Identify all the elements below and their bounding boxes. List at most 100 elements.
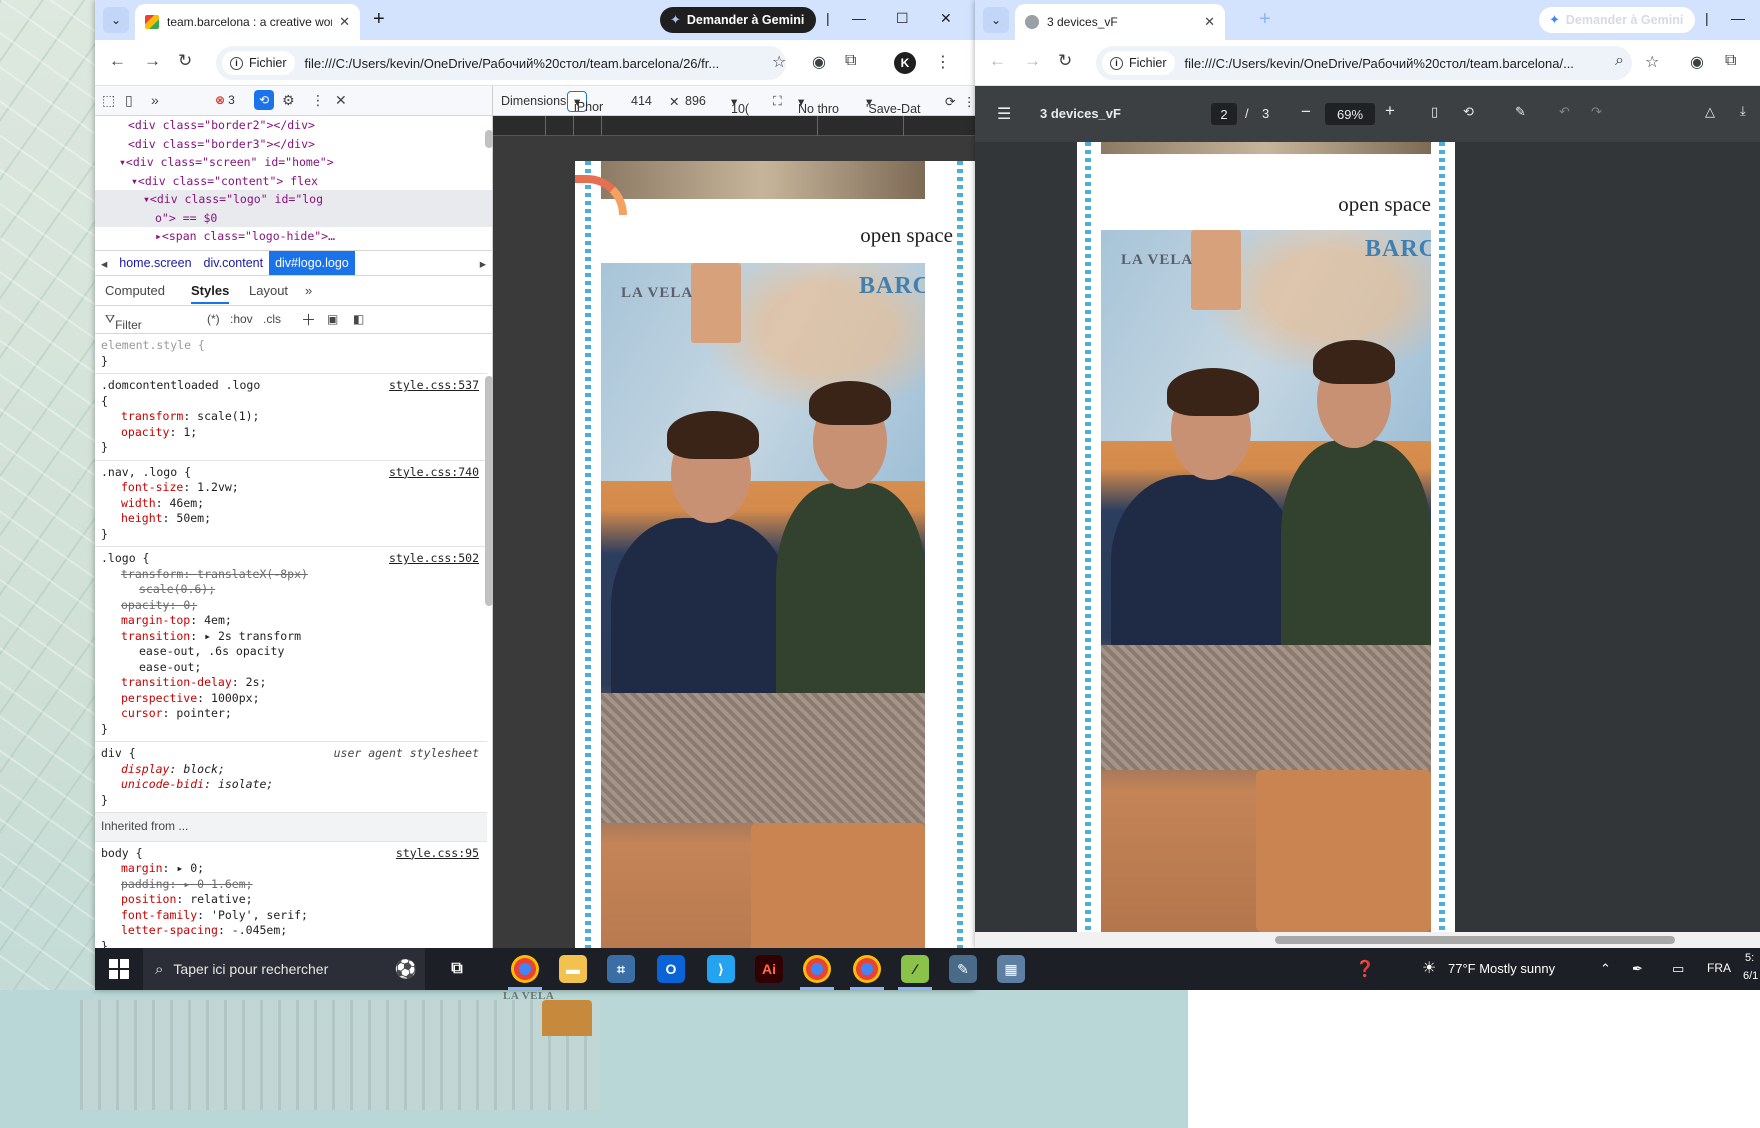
error-counter[interactable]: ⊗ 3 xyxy=(215,93,235,107)
chrome-profile-icon[interactable] xyxy=(853,955,881,983)
address-bar[interactable]: i Fichier file:///C:/Users/kevin/OneDrive… xyxy=(1096,46,1632,80)
clock-date[interactable]: 6/1 xyxy=(1743,970,1758,982)
css-declaration[interactable]: perspective: 1000px; xyxy=(101,691,481,707)
css-declaration[interactable]: opacity: 0; xyxy=(101,598,481,614)
zoom-select[interactable]: 10( ▾ xyxy=(731,94,749,116)
css-declaration[interactable]: padding: ▸ 0 1.6em; xyxy=(101,877,481,893)
close-tab-icon[interactable]: ✕ xyxy=(1204,14,1215,30)
dom-line[interactable]: <div class="border2"></div> xyxy=(95,116,492,135)
more-subtabs-icon[interactable]: » xyxy=(305,283,312,298)
css-declaration[interactable]: transition: ▸ 2s transform xyxy=(101,629,481,645)
style-rule[interactable]: .domcontentloaded .logo style.css:537{tra… xyxy=(95,374,487,461)
close-window-button[interactable]: ✕ xyxy=(940,10,952,27)
start-button[interactable] xyxy=(109,959,129,979)
regex-toggle[interactable]: (*) xyxy=(207,312,220,326)
tab-layout[interactable]: Layout xyxy=(249,283,288,298)
extensions-icon[interactable]: ⧉ xyxy=(1725,52,1736,70)
tab-styles[interactable]: Styles xyxy=(191,283,230,304)
bookmark-star-icon[interactable]: ☆ xyxy=(772,52,786,72)
dom-tree[interactable]: <div class="border2"></div> <div class="… xyxy=(95,116,492,250)
dom-line[interactable]: ▸<span class="logo-hide">… xyxy=(95,227,492,246)
fit-page-icon[interactable]: ▯ xyxy=(1431,104,1438,120)
annotate-icon[interactable]: ✎ xyxy=(1515,104,1526,120)
calculator-icon[interactable]: ▦ xyxy=(997,955,1025,983)
zoom-input[interactable]: 69% xyxy=(1325,103,1375,125)
css-declaration[interactable]: scale(0.6); xyxy=(101,582,481,598)
chrome-icon[interactable] xyxy=(511,955,539,983)
drive-icon[interactable]: △ xyxy=(1705,104,1715,120)
css-declaration[interactable]: margin-top: 4em; xyxy=(101,613,481,629)
zoom-in-button[interactable]: + xyxy=(1385,101,1395,121)
device-select[interactable]: iPhor ▾ xyxy=(567,91,603,114)
reload-button[interactable]: ↻ xyxy=(178,51,192,71)
undo-icon[interactable]: ↶ xyxy=(1559,104,1570,120)
forward-button[interactable]: → xyxy=(144,51,161,71)
redo-icon[interactable]: ↷ xyxy=(1591,104,1602,120)
style-rule[interactable]: .logo {style.css:502 transform: translate… xyxy=(95,547,487,742)
close-tab-icon[interactable]: ✕ xyxy=(339,14,350,30)
styles-scrollbar[interactable] xyxy=(485,376,493,606)
tab-computed[interactable]: Computed xyxy=(105,283,165,298)
network-icon[interactable]: ⌗ xyxy=(607,955,635,983)
minimize-button[interactable]: — xyxy=(1731,10,1745,26)
tab-search-button[interactable]: ⌄ xyxy=(103,7,129,33)
notepad-icon[interactable]: ∕ xyxy=(901,955,929,983)
download-icon[interactable]: ⤓ xyxy=(1740,103,1746,119)
chrome-profile-icon[interactable] xyxy=(803,955,831,983)
breadcrumb-right-arrow[interactable]: ▸ xyxy=(474,256,492,271)
height-input[interactable]: 896 xyxy=(685,94,706,108)
hov-toggle[interactable]: :hov xyxy=(230,312,253,326)
browser-tab[interactable]: team.barcelona : a creative wor ✕ xyxy=(135,4,360,40)
minimize-button[interactable]: — xyxy=(852,10,866,26)
breadcrumb-left-arrow[interactable]: ◂ xyxy=(95,256,113,271)
forward-button[interactable]: → xyxy=(1024,51,1041,71)
reload-button[interactable]: ↻ xyxy=(1058,51,1072,71)
filter-input[interactable]: ⛛ Filter xyxy=(105,312,142,332)
help-icon[interactable]: ❓ xyxy=(1355,959,1375,979)
new-tab-button[interactable]: + xyxy=(373,8,385,31)
rotate-icon[interactable]: ⟲ xyxy=(1463,104,1474,120)
cls-toggle[interactable]: .cls xyxy=(263,312,281,326)
rotate-icon[interactable]: ⟳ xyxy=(945,94,955,109)
sidebar-toggle-icon[interactable]: ◧ xyxy=(353,312,364,326)
more-tabs-icon[interactable]: » xyxy=(151,92,159,108)
breadcrumb-item-active[interactable]: div#logo.logo xyxy=(269,251,355,275)
screenshot-icon[interactable]: ◉ xyxy=(812,52,826,72)
dom-scrollbar[interactable] xyxy=(485,130,493,148)
rule-source-link[interactable]: style.css:537 xyxy=(389,378,479,394)
dom-line[interactable]: ▾<div class="content"> flex xyxy=(95,172,492,191)
css-declaration[interactable]: unicode-bidi: isolate; xyxy=(101,777,481,793)
css-declaration[interactable]: opacity: 1; xyxy=(101,425,481,441)
css-declaration[interactable]: transform: translateX(-8px) xyxy=(101,567,481,583)
css-declaration[interactable]: cursor: pointer; xyxy=(101,706,481,722)
browser-tab[interactable]: 3 devices_vF ✕ xyxy=(1015,4,1225,40)
tab-search-button[interactable]: ⌄ xyxy=(983,7,1009,33)
dom-line[interactable]: <div class="border3"></div> xyxy=(95,135,492,154)
throttle-select[interactable]: No thro ▾ xyxy=(798,94,839,116)
css-declaration[interactable]: transform: scale(1); xyxy=(101,409,481,425)
clock-time[interactable]: 5: xyxy=(1745,952,1754,964)
page-number-input[interactable]: 2 xyxy=(1211,103,1237,125)
rule-source-link[interactable]: style.css:502 xyxy=(389,551,479,567)
horizontal-scrollbar[interactable] xyxy=(975,932,1760,948)
site-info-chip[interactable]: i Fichier xyxy=(222,51,295,75)
css-declaration[interactable]: position: relative; xyxy=(101,892,481,908)
dom-line[interactable]: ▾<div class="screen" id="home"> xyxy=(95,153,492,172)
css-declaration[interactable]: font-size: 1.2vw; xyxy=(101,480,481,496)
dom-line-selected[interactable]: o"> == $0 xyxy=(95,208,492,227)
css-declaration[interactable]: transition-delay: 2s; xyxy=(101,675,481,691)
back-button[interactable]: ← xyxy=(989,51,1006,71)
profile-avatar[interactable]: K xyxy=(894,52,916,74)
zoom-out-button[interactable]: − xyxy=(1301,102,1311,122)
screenshot-icon[interactable]: ◉ xyxy=(1690,52,1704,72)
new-rule-icon[interactable]: ＋ xyxy=(301,309,316,330)
menu-kebab-icon[interactable]: ⋮ xyxy=(935,52,951,72)
illustrator-icon[interactable]: Ai xyxy=(755,955,783,983)
pdf-menu-icon[interactable]: ☰ xyxy=(997,104,1011,124)
back-button[interactable]: ← xyxy=(109,51,126,71)
css-declaration[interactable]: width: 46em; xyxy=(101,496,481,512)
site-info-chip[interactable]: i Fichier xyxy=(1102,51,1175,75)
css-declaration[interactable]: display: block; xyxy=(101,762,481,778)
pen-icon[interactable]: ✒ xyxy=(1632,961,1643,977)
weather-text[interactable]: 77°F Mostly sunny xyxy=(1448,961,1555,976)
